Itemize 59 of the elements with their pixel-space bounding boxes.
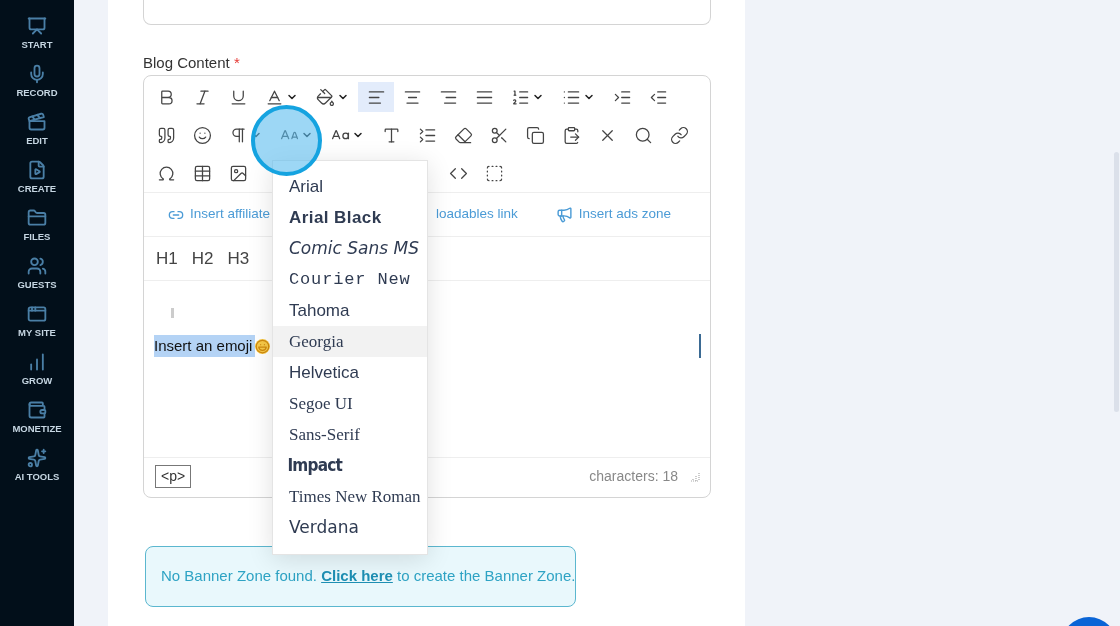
megaphone-icon bbox=[555, 206, 573, 223]
text-cursor bbox=[171, 308, 174, 318]
resize-grip-icon bbox=[690, 471, 700, 482]
line-height-icon bbox=[417, 125, 437, 145]
sidebar-item[interactable]: CREATE bbox=[2, 160, 72, 197]
font-option[interactable]: Verdana bbox=[273, 512, 427, 543]
sidebar-item[interactable]: FILES bbox=[2, 208, 72, 245]
sidebar-item[interactable]: AI TOOLS bbox=[2, 448, 72, 485]
heading-button[interactable]: H2 bbox=[191, 245, 214, 272]
wallet-icon bbox=[27, 400, 47, 420]
film-icon bbox=[27, 112, 47, 132]
sidebar-item[interactable]: START bbox=[2, 16, 72, 53]
file-play-icon bbox=[27, 160, 47, 180]
bar-chart-icon bbox=[27, 352, 47, 372]
scissors-icon bbox=[489, 125, 509, 145]
image-icon bbox=[228, 163, 248, 183]
field-label: Blog Content * bbox=[143, 53, 241, 73]
font-option[interactable]: Comic Sans MS bbox=[273, 233, 427, 264]
browser-window-icon bbox=[27, 304, 47, 324]
text-cursor bbox=[699, 334, 701, 358]
font-option[interactable]: Helvetica bbox=[273, 357, 427, 388]
font-option[interactable]: Segoe UI bbox=[273, 388, 427, 419]
sidebar-item[interactable]: RECORD bbox=[2, 64, 72, 101]
font-option[interactable]: Arial bbox=[273, 171, 427, 202]
font-color-icon bbox=[265, 87, 284, 107]
sidebar-item[interactable]: GUESTS bbox=[2, 256, 72, 293]
alert-text: No Banner Zone found. Click here to create the Banner Zone. bbox=[161, 566, 576, 587]
sidebar-item[interactable]: EDIT bbox=[2, 112, 72, 149]
character-count: characters: 18 bbox=[589, 467, 678, 486]
users-icon bbox=[27, 256, 47, 276]
paint-bucket-icon bbox=[316, 87, 335, 107]
search-icon bbox=[633, 125, 653, 145]
sparkles-icon bbox=[27, 448, 47, 468]
toolbar-button[interactable] bbox=[358, 82, 394, 112]
font-option[interactable]: Impact bbox=[273, 450, 412, 481]
eraser-icon bbox=[453, 125, 473, 145]
select-all-icon bbox=[484, 163, 504, 183]
folder-icon bbox=[27, 208, 47, 228]
smiley-icon bbox=[255, 338, 271, 354]
sidebar-item[interactable]: GROW bbox=[2, 352, 72, 389]
copy-icon bbox=[525, 125, 545, 145]
microphone-icon bbox=[27, 64, 47, 84]
paragraph-text: Insert an emoji bbox=[154, 335, 256, 357]
sidebar-item[interactable]: MONETIZE bbox=[2, 400, 72, 437]
font-option[interactable]: Times New Roman bbox=[273, 481, 427, 512]
font-option[interactable]: Tahoma bbox=[273, 295, 427, 326]
text-field[interactable] bbox=[143, 0, 711, 25]
heading-button[interactable]: H3 bbox=[227, 245, 250, 272]
smiley-icon bbox=[192, 125, 212, 145]
font-option[interactable]: Georgia bbox=[273, 326, 427, 357]
table-icon bbox=[192, 163, 212, 183]
quote-icon bbox=[156, 125, 176, 145]
font-option[interactable]: Arial Black bbox=[273, 202, 427, 233]
font-option[interactable]: Courier New bbox=[273, 264, 427, 295]
link-icon bbox=[669, 125, 689, 145]
font-option[interactable]: Sans-Serif bbox=[273, 419, 427, 450]
element-tag[interactable]: <p> bbox=[155, 465, 192, 488]
sidebar-item[interactable]: MY SITE bbox=[2, 304, 72, 341]
heading-button[interactable]: H1 bbox=[156, 245, 178, 272]
